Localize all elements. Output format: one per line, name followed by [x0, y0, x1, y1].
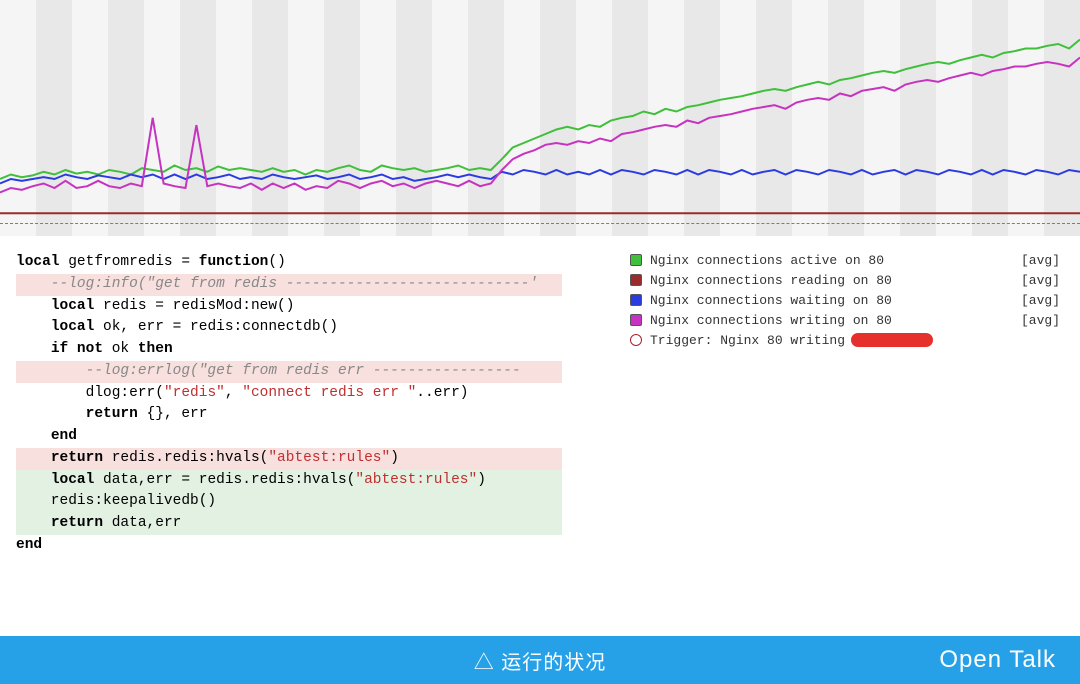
footer-brand: Open Talk	[939, 646, 1056, 674]
legend-item: Nginx connections writing on 80 [avg]	[630, 310, 1060, 330]
trigger-label: Trigger: Nginx 80 writing	[650, 333, 845, 348]
legend-swatch-icon	[630, 294, 642, 306]
code-line: --log:errlog("get from redis err -------…	[16, 361, 562, 383]
legend-swatch-icon	[630, 274, 642, 286]
code-line: local ok, err = redis:connectdb()	[16, 317, 562, 339]
legend-agg: [avg]	[1021, 273, 1060, 288]
code-diff-block: local getfromredis = function() --log:in…	[0, 236, 570, 557]
chart-threshold-line	[0, 223, 1080, 224]
code-line: local getfromredis = function()	[16, 252, 562, 274]
code-line: end	[16, 426, 562, 448]
chart-legend: Nginx connections active on 80[avg]Nginx…	[570, 236, 1080, 557]
footer-caption: △ 运行的状况	[474, 646, 607, 675]
code-line: redis:keepalivedb()	[16, 491, 562, 513]
legend-label: Nginx connections reading on 80	[650, 273, 1009, 288]
legend-swatch-icon	[630, 254, 642, 266]
legend-trigger-row: Trigger: Nginx 80 writing	[630, 330, 1060, 350]
code-line: local redis = redisMod:new()	[16, 296, 562, 318]
code-line: return {}, err	[16, 404, 562, 426]
chart-lines	[0, 0, 1080, 236]
legend-swatch-icon	[630, 314, 642, 326]
footer-bar: △ 运行的状况 Open Talk	[0, 636, 1080, 684]
legend-agg: [avg]	[1021, 293, 1060, 308]
legend-label: Nginx connections writing on 80	[650, 313, 1009, 328]
legend-item: Nginx connections waiting on 80 [avg]	[630, 290, 1060, 310]
legend-label: Nginx connections active on 80	[650, 253, 1009, 268]
redacted-text	[851, 333, 933, 347]
legend-item: Nginx connections active on 80 [avg]	[630, 250, 1060, 270]
content-row: local getfromredis = function() --log:in…	[0, 236, 1080, 557]
code-line: --log:info("get from redis -------------…	[16, 274, 562, 296]
legend-item: Nginx connections reading on 80 [avg]	[630, 270, 1060, 290]
code-line: if not ok then	[16, 339, 562, 361]
legend-agg: [avg]	[1021, 313, 1060, 328]
code-line: return redis.redis:hvals("abtest:rules")	[16, 448, 562, 470]
code-line: local data,err = redis.redis:hvals("abte…	[16, 470, 562, 492]
code-line: dlog:err("redis", "connect redis err "..…	[16, 383, 562, 405]
code-line: end	[16, 535, 562, 557]
legend-label: Nginx connections waiting on 80	[650, 293, 1009, 308]
trigger-swatch-icon	[630, 334, 642, 346]
metrics-chart	[0, 0, 1080, 236]
code-line: return data,err	[16, 513, 562, 535]
legend-agg: [avg]	[1021, 253, 1060, 268]
